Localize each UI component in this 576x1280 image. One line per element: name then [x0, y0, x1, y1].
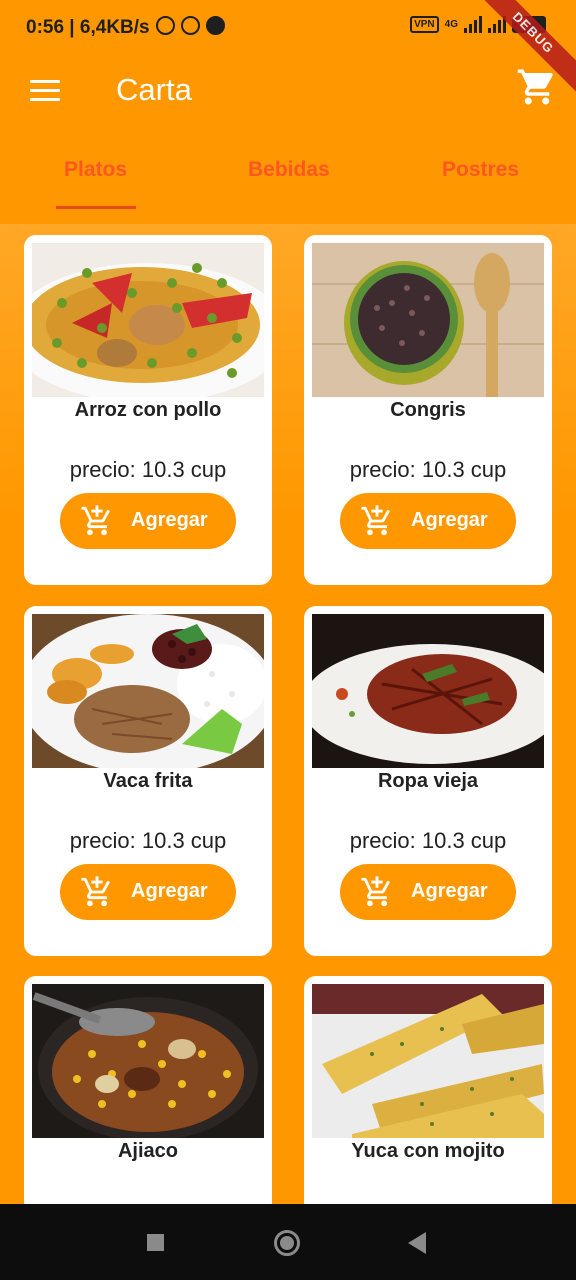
dish-card-congris: Congris precio: 10.3 cup Agregar	[304, 235, 552, 585]
category-tabs: Platos Bebidas Postres	[0, 140, 576, 212]
back-icon[interactable]	[408, 1232, 426, 1254]
shopping-cart-icon[interactable]	[516, 66, 558, 113]
dish-name: Yuca con mojito	[351, 1140, 505, 1162]
dish-image	[32, 243, 264, 397]
dish-grid: Arroz con pollo precio: 10.3 cup Agregar	[0, 224, 576, 1204]
vpn-badge: VPN	[410, 15, 439, 33]
dish-image	[312, 243, 544, 397]
status-notification-icons	[156, 16, 225, 35]
tab-platos[interactable]: Platos	[64, 158, 127, 182]
tab-postres[interactable]: Postres	[442, 158, 519, 182]
menu-icon[interactable]	[30, 80, 60, 102]
whatsapp-icon	[181, 16, 200, 35]
tab-indicator	[56, 206, 136, 209]
network-type: 4G	[444, 18, 458, 30]
dish-price: precio: 10.3 cup	[69, 457, 227, 482]
app-bar: Carta	[0, 56, 576, 124]
add-to-cart-button[interactable]: Agregar	[60, 864, 236, 920]
app-notification-icon	[206, 16, 225, 35]
dish-image	[32, 614, 264, 768]
dish-image	[312, 614, 544, 768]
status-bar: 0:56 | 6,4KB/s VPN 4G 60	[0, 0, 576, 56]
add-button-label: Agregar	[411, 509, 488, 531]
recents-icon[interactable]	[147, 1234, 164, 1251]
add-shopping-cart-icon	[81, 876, 110, 907]
add-to-cart-button[interactable]: Agregar	[60, 493, 236, 549]
dish-price: precio: 10.3 cup	[69, 828, 227, 853]
tab-bebidas[interactable]: Bebidas	[248, 158, 330, 182]
add-to-cart-button[interactable]: Agregar	[340, 493, 516, 549]
dish-price: precio: 10.3 cup	[349, 457, 507, 482]
dish-card-yuca-con-mojito: Yuca con mojito	[304, 976, 552, 1204]
dish-name: Congris	[390, 399, 466, 421]
signal-icon	[464, 15, 482, 33]
status-time: 0:56 | 6,4KB/s	[26, 17, 150, 38]
dish-card-arroz-con-pollo: Arroz con pollo precio: 10.3 cup Agregar	[24, 235, 272, 585]
dish-image	[32, 984, 264, 1138]
add-shopping-cart-icon	[81, 505, 110, 536]
add-button-label: Agregar	[411, 880, 488, 902]
alarm-icon	[156, 16, 175, 35]
dish-image	[312, 984, 544, 1138]
dish-card-ropa-vieja: Ropa vieja precio: 10.3 cup Agregar	[304, 606, 552, 956]
page-title: Carta	[116, 72, 192, 107]
add-button-label: Agregar	[131, 509, 208, 531]
dish-price: precio: 10.3 cup	[349, 828, 507, 853]
system-navigation-bar	[0, 1204, 576, 1280]
dish-name: Ajiaco	[117, 1140, 179, 1162]
home-icon[interactable]	[274, 1230, 300, 1256]
add-shopping-cart-icon	[361, 876, 390, 907]
add-shopping-cart-icon	[361, 505, 390, 536]
add-to-cart-button[interactable]: Agregar	[340, 864, 516, 920]
dish-name: Vaca frita	[103, 770, 193, 792]
dish-card-vaca-frita: Vaca frita precio: 10.3 cup Agregar	[24, 606, 272, 956]
dish-name: Arroz con pollo	[74, 399, 222, 421]
dish-card-ajiaco: Ajiaco	[24, 976, 272, 1204]
dish-name: Ropa vieja	[377, 770, 479, 792]
add-button-label: Agregar	[131, 880, 208, 902]
